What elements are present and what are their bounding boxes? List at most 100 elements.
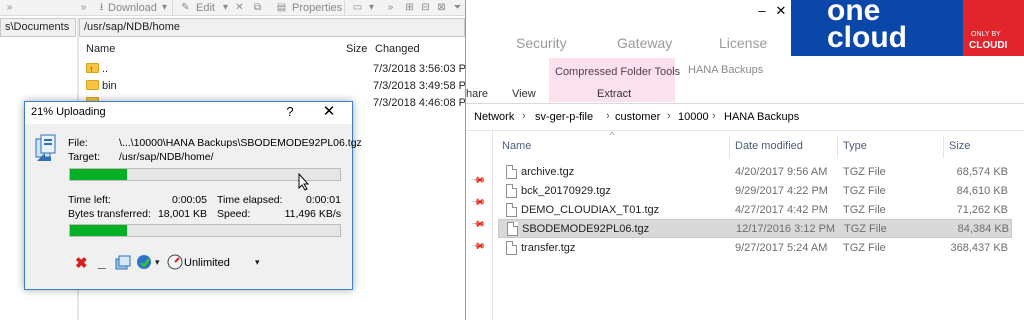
- parent-folder-icon: [86, 61, 99, 77]
- bytes-transferred-value: 18,001 KB: [157, 208, 207, 220]
- add-icon[interactable]: ⊞: [404, 2, 415, 13]
- double-chevron-icon[interactable]: »: [78, 2, 89, 13]
- file-size: 368,437 KB: [950, 242, 1009, 254]
- globe-options-icon[interactable]: [136, 254, 152, 270]
- rename-icon[interactable]: ⧉: [252, 2, 263, 13]
- list-item[interactable]: bck_20170929.tgz 9/29/2017 4:22 PM TGZ F…: [498, 182, 1012, 201]
- download-button[interactable]: Download: [108, 1, 157, 15]
- contextual-group-label: Compressed Folder Tools: [555, 66, 681, 78]
- ribbon: Compressed Folder Tools HANA Backups har…: [466, 56, 1024, 104]
- time-elapsed-label: Time elapsed:: [217, 194, 283, 206]
- cancel-icon[interactable]: ✖: [75, 254, 88, 272]
- time-left-label: Time left:: [68, 194, 111, 206]
- double-chevron-icon[interactable]: »: [4, 2, 15, 13]
- column-size-header[interactable]: Size: [346, 40, 367, 58]
- file-icon: [506, 241, 517, 255]
- tab-license[interactable]: License: [719, 35, 767, 51]
- column-size-header[interactable]: Size: [949, 140, 970, 152]
- upload-progress-dialog: 21% Uploading ? ✕ File: \...\10000\HANA …: [24, 101, 362, 290]
- file-type: TGZ File: [843, 185, 886, 197]
- help-button[interactable]: ?: [282, 104, 298, 120]
- address-bar[interactable]: Network › sv-ger-p-file › customer › 100…: [466, 105, 1024, 131]
- list-item-selected[interactable]: SBODEMODE92PL06.tgz 12/17/2016 3:12 PM T…: [498, 219, 1012, 238]
- delete-icon[interactable]: ✕: [234, 2, 245, 13]
- tab-share[interactable]: hare: [466, 88, 488, 100]
- file-size: 68,574 KB: [956, 166, 1008, 178]
- queue-icon[interactable]: [115, 255, 131, 270]
- double-chevron-icon[interactable]: »: [385, 2, 396, 13]
- dropdown-arrow-icon[interactable]: ▾: [220, 2, 231, 13]
- filter-icon[interactable]: ⏷: [452, 2, 463, 13]
- chevron-right-icon[interactable]: ›: [522, 110, 526, 122]
- select-icon[interactable]: ⊠: [436, 2, 447, 13]
- remote-path-box[interactable]: /usr/sap/NDB/home: [79, 18, 465, 37]
- breadcrumb-customer[interactable]: customer: [615, 111, 660, 123]
- speed-label: Speed:: [217, 208, 251, 220]
- list-item[interactable]: transfer.tgz 9/27/2017 5:24 AM TGZ File …: [498, 239, 1012, 258]
- file-icon: [506, 165, 517, 179]
- navigation-pane: 📌 📌 📌 📌: [466, 131, 493, 320]
- minimize-icon[interactable]: _: [98, 254, 106, 270]
- breadcrumb-network[interactable]: Network: [474, 111, 514, 123]
- minimize-icon[interactable]: –: [753, 2, 771, 20]
- breadcrumb-hana-backups[interactable]: HANA Backups: [724, 111, 799, 123]
- tab-security[interactable]: Security: [516, 35, 567, 51]
- breadcrumb-server[interactable]: sv-ger-p-file: [535, 111, 593, 123]
- close-button[interactable]: ✕: [319, 102, 339, 122]
- cloudiax-banner: one cloud ONLY BY CLOUDI: [791, 0, 1024, 56]
- file-date: 4/27/2017 4:42 PM: [735, 204, 828, 216]
- remote-file-row[interactable]: .. 7/3/2018 3:56:03 PI: [86, 61, 469, 77]
- new-folder-icon[interactable]: ▭: [352, 2, 363, 13]
- speed-limit-value[interactable]: Unlimited: [184, 257, 230, 269]
- tab-gateway[interactable]: Gateway: [617, 35, 672, 51]
- banner-small-text: ONLY BY: [971, 31, 1001, 38]
- column-changed-header[interactable]: Changed: [375, 40, 420, 58]
- target-path-value: /usr/sap/NDB/home/: [119, 151, 214, 163]
- file-path-value: \...\10000\HANA Backups\SBODEMODE92PL06.…: [119, 137, 362, 149]
- column-name-header[interactable]: Name: [502, 140, 531, 152]
- chevron-right-icon[interactable]: ›: [712, 110, 716, 122]
- chevron-right-icon[interactable]: ›: [667, 110, 671, 122]
- breadcrumb-10000[interactable]: 10000: [678, 111, 709, 123]
- explorer-titlebar[interactable]: – ✕: [466, 0, 791, 31]
- edit-button[interactable]: Edit: [196, 1, 215, 15]
- local-path-box[interactable]: s\Documents: [0, 18, 76, 37]
- dropdown-arrow-icon[interactable]: ▾: [159, 2, 170, 13]
- tab-hana-backups[interactable]: HANA Backups: [688, 64, 763, 76]
- file-date: 9/29/2017 4:22 PM: [735, 185, 828, 197]
- file-changed: 7/3/2018 3:49:58 PI: [373, 80, 470, 92]
- dropdown-arrow-icon[interactable]: ▾: [366, 2, 377, 13]
- file-type: TGZ File: [843, 166, 886, 178]
- column-type-header[interactable]: Type: [843, 140, 867, 152]
- remote-file-row[interactable]: bin 7/3/2018 3:49:58 PI: [86, 78, 469, 94]
- chevron-right-icon[interactable]: ›: [606, 110, 610, 122]
- tab-view[interactable]: View: [512, 88, 536, 100]
- column-name-header[interactable]: Name: [86, 40, 115, 58]
- tab-extract[interactable]: Extract: [597, 88, 631, 100]
- file-progress-fill: [70, 169, 127, 180]
- list-item[interactable]: DEMO_CLOUDIAX_T01.tgz 4/27/2017 4:42 PM …: [498, 201, 1012, 220]
- speed-limit-dropdown-icon[interactable]: ▾: [255, 257, 260, 268]
- banner-brand-text: CLOUDI: [969, 40, 1008, 51]
- remove-icon[interactable]: ⊟: [420, 2, 431, 13]
- file-size: 84,384 KB: [957, 223, 1009, 235]
- upload-files-icon: [35, 134, 56, 161]
- time-elapsed-value: 0:00:01: [305, 194, 341, 206]
- column-date-header[interactable]: Date modified: [735, 140, 803, 152]
- dropdown-arrow-icon[interactable]: ▾: [155, 257, 160, 268]
- speed-gauge-icon[interactable]: [167, 254, 183, 270]
- edit-icon[interactable]: ✎: [180, 2, 191, 13]
- pin-icon: 📌: [471, 238, 487, 254]
- list-item[interactable]: archive.tgz 4/20/2017 9:56 AM TGZ File 6…: [498, 163, 1012, 182]
- file-name: transfer.tgz: [521, 242, 576, 254]
- file-icon: [506, 184, 517, 198]
- properties-button[interactable]: Properties: [292, 1, 342, 15]
- download-icon[interactable]: ⭳: [96, 2, 107, 13]
- total-progress-fill: [70, 225, 127, 236]
- pin-icon: 📌: [471, 172, 487, 188]
- close-icon[interactable]: ✕: [772, 2, 790, 20]
- properties-icon[interactable]: ▤: [276, 2, 287, 13]
- pin-icon: 📌: [471, 194, 487, 210]
- sort-up-icon: ^: [610, 130, 615, 140]
- dialog-titlebar[interactable]: 21% Uploading ? ✕: [25, 102, 352, 124]
